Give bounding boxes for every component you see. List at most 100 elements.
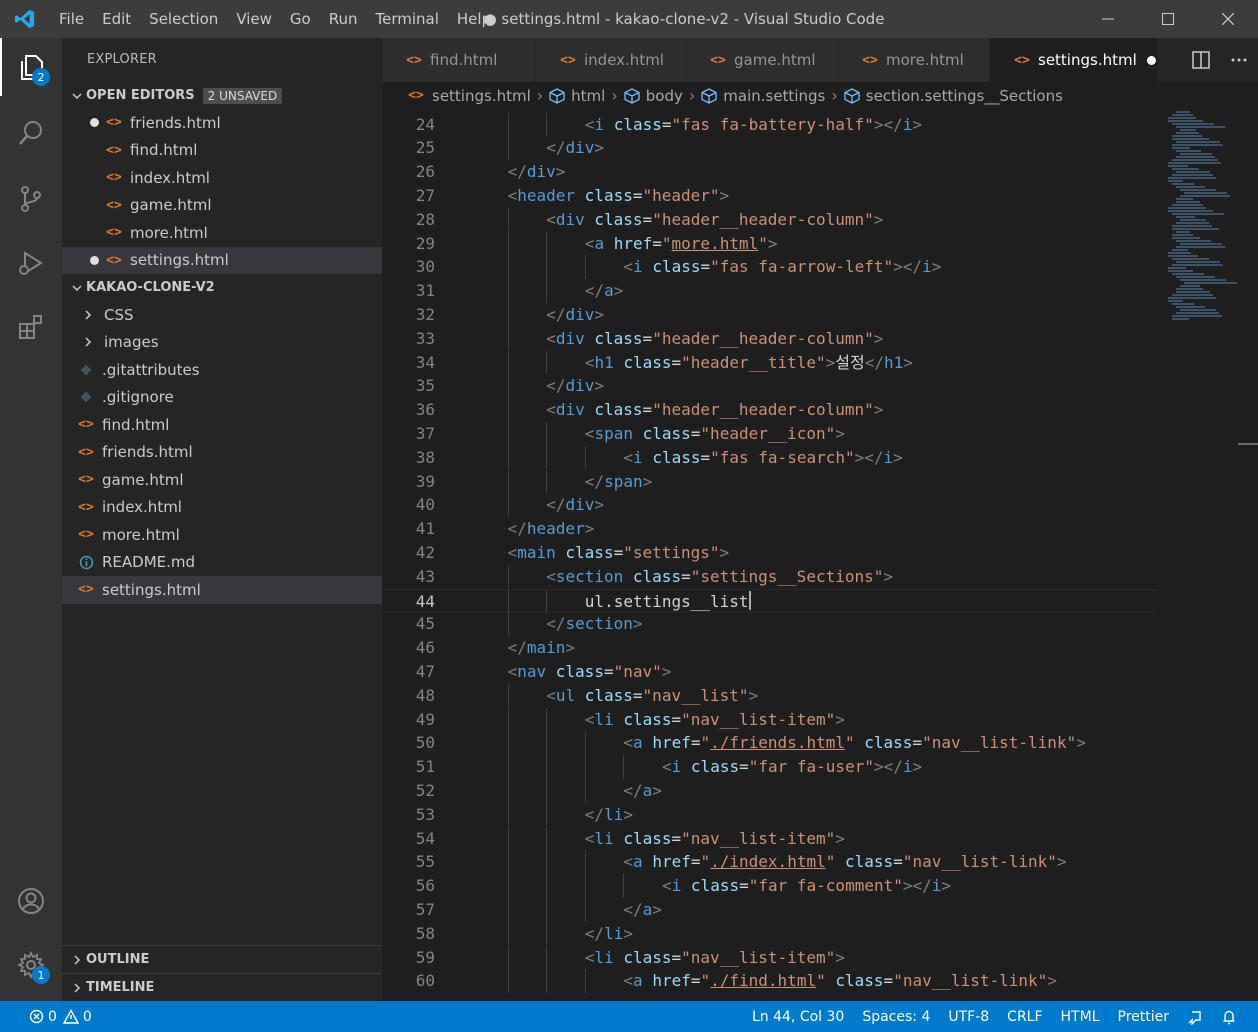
cursor-position[interactable]: Ln 44, Col 30 <box>743 1009 853 1025</box>
menu-view[interactable]: View <box>227 0 281 38</box>
menu-edit[interactable]: Edit <box>93 0 140 38</box>
code-line[interactable]: 48 <ul class="nav__list"> <box>382 683 1156 708</box>
unsaved-dot-icon[interactable] <box>1146 55 1156 65</box>
extensions-icon[interactable] <box>0 298 62 356</box>
code-line[interactable]: 54 <li class="nav__list-item"> <box>382 826 1156 851</box>
code-line[interactable]: 24 <i class="fas fa-battery-half"></i> <box>382 112 1156 137</box>
tab-index[interactable]: <> index.html <box>536 38 686 82</box>
maximize-button[interactable] <box>1138 0 1198 38</box>
code-line[interactable]: 53 </li> <box>382 802 1156 827</box>
tab-settings[interactable]: <> settings.html <box>990 38 1158 82</box>
timeline-header[interactable]: TIMELINE <box>62 973 382 1001</box>
source-control-icon[interactable] <box>0 170 62 228</box>
folder-item[interactable]: CSS <box>62 301 382 329</box>
explorer-icon[interactable]: 2 <box>0 38 62 96</box>
code-line[interactable]: 59 <li class="nav__list-item"> <box>382 945 1156 970</box>
breadcrumb-main[interactable]: main.settings <box>701 87 825 105</box>
code-line[interactable]: 60 <a href="./find.html" class="nav__list… <box>382 969 1156 994</box>
code-line[interactable]: 35 </div> <box>382 374 1156 399</box>
code-line[interactable]: 33 <div class="header__header-column"> <box>382 326 1156 351</box>
breadcrumb-body[interactable]: body <box>624 87 683 105</box>
tab-more[interactable]: <> more.html <box>838 38 990 82</box>
run-debug-icon[interactable] <box>0 234 62 292</box>
problems-indicator[interactable]: 0 0 <box>20 1009 101 1025</box>
more-actions-icon[interactable] <box>1220 38 1258 82</box>
outline-header[interactable]: OUTLINE <box>62 945 382 973</box>
code-line[interactable]: 47 <nav class="nav"> <box>382 660 1156 684</box>
open-editor-item[interactable]: <> friends.html <box>62 109 382 137</box>
code-line[interactable]: 38 <i class="fas fa-search"></i> <box>382 445 1156 470</box>
menu-help[interactable]: Help <box>448 0 500 38</box>
formatter[interactable]: Prettier <box>1109 1009 1179 1025</box>
open-editor-item[interactable]: <> game.html <box>62 192 382 220</box>
file-item[interactable]: <> find.html <box>62 411 382 439</box>
menu-selection[interactable]: Selection <box>140 0 227 38</box>
file-item[interactable]: <> settings.html <box>62 576 382 604</box>
open-editor-item[interactable]: <> more.html <box>62 219 382 247</box>
end-of-line[interactable]: CRLF <box>998 1009 1051 1025</box>
code-line[interactable]: 39 </span> <box>382 469 1156 494</box>
code-editor[interactable]: 24 <i class="fas fa-battery-half"></i> 25 <… <box>382 109 1258 1001</box>
code-line[interactable]: 46 </main> <box>382 636 1156 660</box>
menu-go[interactable]: Go <box>281 0 320 38</box>
code-line[interactable]: 29 <a href="more.html"> <box>382 231 1156 256</box>
project-folder-header[interactable]: KAKAO-CLONE-V2 <box>62 274 382 301</box>
code-line[interactable]: 50 <a href="./friends.html" class="nav__l… <box>382 731 1156 756</box>
code-line[interactable]: 42 <main class="settings"> <box>382 541 1156 565</box>
code-line[interactable]: 40 </div> <box>382 493 1156 518</box>
manage-gear-icon[interactable]: 1 <box>0 936 62 994</box>
minimize-button[interactable] <box>1078 0 1138 38</box>
breadcrumb-file[interactable]: <> settings.html <box>406 87 531 105</box>
code-line[interactable]: 52 </a> <box>382 778 1156 803</box>
breadcrumb-section[interactable]: section.settings__Sections <box>844 87 1063 105</box>
code-line[interactable]: 26 </div> <box>382 160 1156 184</box>
code-line[interactable]: 58 </li> <box>382 921 1156 946</box>
file-item[interactable]: .gitattributes <box>62 356 382 384</box>
code-line[interactable]: 55 <a href="./index.html" class="nav__lis… <box>382 850 1156 875</box>
menu-file[interactable]: File <box>50 0 93 38</box>
breadcrumb-html[interactable]: html <box>549 87 605 105</box>
code-line[interactable]: 45 </section> <box>382 612 1156 637</box>
code-line[interactable]: 36 <div class="header__header-column"> <box>382 398 1156 422</box>
open-editors-header[interactable]: OPEN EDITORS 2 UNSAVED <box>62 82 382 109</box>
file-item[interactable]: <> more.html <box>62 521 382 549</box>
open-editor-item[interactable]: <> find.html <box>62 137 382 165</box>
code-line[interactable]: 57 </a> <box>382 897 1156 922</box>
code-line[interactable]: 41 </header> <box>382 517 1156 541</box>
indentation[interactable]: Spaces: 4 <box>853 1009 939 1025</box>
file-item[interactable]: <> index.html <box>62 494 382 522</box>
scrollbar-position-marker[interactable] <box>1238 443 1258 445</box>
file-item[interactable]: <> game.html <box>62 466 382 494</box>
feedback-icon[interactable] <box>1178 1009 1212 1025</box>
file-item[interactable]: <> friends.html <box>62 439 382 467</box>
code-line[interactable]: 34 <h1 class="header__title">설정</h1> <box>382 350 1156 375</box>
code-line[interactable]: 25 </div> <box>382 136 1156 161</box>
language-mode[interactable]: HTML <box>1052 1009 1109 1025</box>
unsaved-dot-icon[interactable] <box>90 118 99 127</box>
accounts-icon[interactable] <box>0 872 62 930</box>
menu-run[interactable]: Run <box>320 0 367 38</box>
open-editor-item[interactable]: <> index.html <box>62 164 382 192</box>
file-item[interactable]: README.md <box>62 549 382 577</box>
tab-game[interactable]: <> game.html <box>686 38 838 82</box>
code-line[interactable]: 51 <i class="far fa-user"></i> <box>382 755 1156 779</box>
code-line[interactable]: 31 </a> <box>382 279 1156 303</box>
code-line[interactable]: 30 <i class="fas fa-arrow-left"></i> <box>382 255 1156 280</box>
file-item[interactable]: .gitignore <box>62 384 382 412</box>
unsaved-dot-icon[interactable] <box>90 255 99 265</box>
code-line[interactable]: 43 <section class="settings__Sections"> <box>382 564 1156 589</box>
tab-find[interactable]: <> find.html <box>382 38 536 82</box>
code-line[interactable]: 32 </div> <box>382 302 1156 327</box>
code-line[interactable]: 27 <header class="header"> <box>382 184 1156 208</box>
code-line[interactable]: 28 <div class="header__header-column"> <box>382 207 1156 232</box>
split-editor-icon[interactable] <box>1182 38 1220 82</box>
search-icon[interactable] <box>0 104 62 162</box>
open-editor-item[interactable]: <> settings.html <box>62 246 382 274</box>
menu-terminal[interactable]: Terminal <box>367 0 448 38</box>
close-window-button[interactable] <box>1198 0 1258 38</box>
folder-item[interactable]: images <box>62 329 382 357</box>
minimap[interactable] <box>1156 109 1258 1001</box>
code-line[interactable]: 44 ul.settings__list <box>382 588 1156 614</box>
encoding[interactable]: UTF-8 <box>939 1009 998 1025</box>
notifications-bell-icon[interactable] <box>1212 1009 1246 1025</box>
